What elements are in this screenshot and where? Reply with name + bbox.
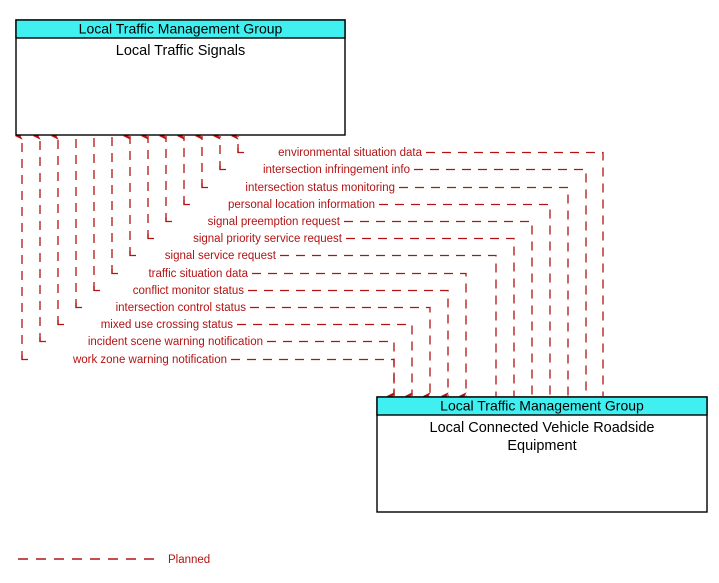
flow-run	[237, 323, 413, 400]
legend: Planned	[18, 554, 210, 566]
flow-connectors: environmental situation data intersection…	[15, 132, 604, 400]
flow-elbow	[111, 269, 118, 275]
flow-label: conflict monitor status	[133, 285, 244, 297]
flow-elbow	[183, 200, 190, 206]
flow-run	[231, 358, 395, 400]
flow-elbow	[201, 183, 208, 189]
flow-label: intersection control status	[116, 302, 247, 314]
flow-elbow	[147, 234, 154, 240]
flow-elbow	[75, 303, 82, 309]
flow-label: personal location information	[228, 199, 375, 211]
flow-label: work zone warning notification	[72, 354, 227, 366]
destination-box-header-label: Local Traffic Management Group	[440, 398, 644, 414]
flow-elbow	[21, 355, 28, 361]
flow-label: environmental situation data	[278, 147, 422, 159]
flow-elbow	[165, 217, 172, 223]
flow-run	[344, 220, 533, 396]
flow-run	[267, 340, 395, 400]
source-box[interactable]: Local Traffic Management Group Local Tra…	[15, 19, 346, 136]
flow-elbow	[129, 251, 136, 257]
destination-box-title-line1: Local Connected Vehicle Roadside	[430, 420, 655, 436]
flow-run	[414, 168, 587, 396]
flow-run	[399, 186, 569, 396]
flow-elbow	[219, 165, 226, 171]
flow-run	[379, 203, 551, 396]
flow-label: incident scene warning notification	[88, 336, 263, 348]
flow-label: signal preemption request	[208, 216, 341, 228]
architecture-diagram: environmental situation data intersection…	[15, 19, 708, 566]
flow-label: intersection infringement info	[263, 164, 410, 176]
flow-label: intersection status monitoring	[245, 182, 395, 194]
destination-box[interactable]: Local Traffic Management Group Local Con…	[376, 396, 708, 513]
flow-label: mixed use crossing status	[101, 319, 234, 331]
flow-run	[250, 306, 431, 400]
source-box-header-label: Local Traffic Management Group	[79, 21, 283, 37]
flow-elbow	[237, 148, 244, 154]
flow-label: signal priority service request	[193, 233, 343, 245]
flow-label: traffic situation data	[148, 268, 248, 280]
legend-planned-label: Planned	[168, 554, 210, 566]
flow-run	[280, 254, 497, 396]
flow-label: signal service request	[165, 250, 277, 262]
flow-run	[252, 272, 467, 400]
flow-elbow	[57, 320, 64, 326]
flow-elbow	[93, 286, 100, 292]
destination-box-title-line2: Equipment	[507, 438, 576, 454]
flow-run	[248, 289, 449, 400]
source-box-title: Local Traffic Signals	[116, 43, 246, 59]
flow-elbow	[39, 337, 46, 343]
